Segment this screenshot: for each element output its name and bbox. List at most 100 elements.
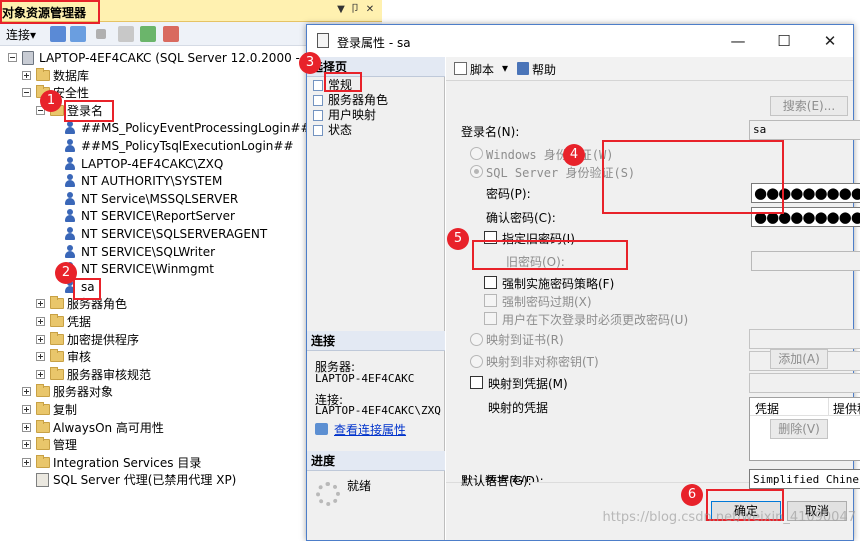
- help-button[interactable]: 帮助: [532, 61, 556, 78]
- collapse-icon[interactable]: [8, 53, 17, 62]
- dialog-title: 登录属性 - sa: [337, 36, 411, 50]
- old-password-input[interactable]: [751, 251, 860, 271]
- expand-icon[interactable]: [22, 405, 31, 414]
- tree-item-label: 审核: [67, 350, 92, 365]
- sql-auth-radio[interactable]: [470, 165, 483, 178]
- filter-icon[interactable]: [118, 26, 134, 42]
- annotation-badge-2: 2: [55, 262, 77, 284]
- default-language-value: Simplified Chinese: [753, 473, 860, 486]
- tree-item-label: SQL Server 代理(已禁用代理 XP): [53, 473, 237, 488]
- credential-select[interactable]: ▼: [749, 373, 860, 393]
- login-name-input[interactable]: sa: [749, 120, 860, 140]
- enforce-password-policy-checkbox[interactable]: [484, 276, 497, 289]
- search-button[interactable]: 搜索(E)...: [770, 96, 848, 116]
- annotation-badge-6: 6: [681, 484, 703, 506]
- column-header-credential[interactable]: 凭据: [755, 400, 779, 417]
- stop-icon[interactable]: [96, 29, 106, 39]
- folder-icon: [36, 384, 50, 398]
- tree-item-label: 复制: [53, 403, 78, 417]
- tree-item-label: 加密提供程序: [67, 332, 140, 347]
- connect-server-icon[interactable]: [50, 26, 66, 42]
- pin-icon[interactable]: 卩: [348, 3, 362, 17]
- expand-icon[interactable]: [36, 317, 45, 326]
- script-button[interactable]: 脚本: [470, 61, 494, 78]
- page-icon: [313, 125, 323, 136]
- map-credential-checkbox[interactable]: [470, 376, 483, 389]
- page-user-mapping-label: 用户映射: [328, 108, 377, 122]
- remove-credential-button[interactable]: 删除(V): [770, 419, 828, 439]
- page-status[interactable]: 状态: [313, 123, 352, 138]
- page-server-roles-label: 服务器角色: [328, 93, 389, 107]
- login-properties-dialog: 登录属性 - sa — ☐ ✕ 选择页 常规 服务器角色 用户映射 状态 连接 …: [306, 24, 860, 541]
- annotation-badge-5: 5: [447, 228, 469, 250]
- page-user-mapping[interactable]: 用户映射: [313, 108, 376, 123]
- add-credential-button[interactable]: 添加(A): [770, 349, 828, 369]
- folder-icon: [36, 402, 50, 415]
- mapped-credentials-label: 映射的凭据: [488, 401, 549, 415]
- page-icon: [313, 95, 323, 106]
- page-icon: [313, 110, 323, 121]
- tree-item-label: AlwaysOn 高可用性: [53, 420, 164, 435]
- help-icon: [517, 62, 529, 75]
- windows-auth-radio[interactable]: [470, 147, 483, 160]
- tree-item-label: NT Service\MSSQLSERVER: [81, 191, 239, 206]
- default-language-select[interactable]: Simplified Chinese▼: [749, 469, 860, 489]
- annotation-box-title: [0, 0, 100, 24]
- user-icon: [64, 156, 76, 171]
- expand-icon[interactable]: [22, 422, 31, 432]
- disconnect-icon[interactable]: [70, 26, 86, 42]
- must-change-checkbox[interactable]: [484, 312, 497, 325]
- watermark: https://blog.csdn.net/weixin_41090047: [602, 510, 856, 525]
- tree-item-label: 服务器对象: [53, 385, 114, 400]
- expand-icon[interactable]: [22, 70, 31, 80]
- tree-item-label: NT SERVICE\SQLSERVERAGENT: [81, 227, 268, 241]
- tree-item-label: NT SERVICE\ReportServer: [81, 209, 235, 224]
- expand-icon[interactable]: [22, 387, 31, 397]
- tree-item-label: NT AUTHORITY\SYSTEM: [81, 174, 223, 189]
- dropdown-arrow-icon[interactable]: ▼: [334, 3, 348, 17]
- enforce-expiration-checkbox[interactable]: [484, 294, 497, 307]
- content-toolbar: 脚本 ▾ 帮助: [446, 57, 853, 81]
- agent-icon: [36, 473, 49, 488]
- confirm-password-label: 确认密码(C):: [486, 211, 556, 225]
- chevron-down-icon[interactable]: ▾: [502, 61, 508, 75]
- connection-value: LAPTOP-4EF4CAKC\ZXQ: [315, 404, 441, 417]
- maximize-icon[interactable]: ☐: [761, 25, 807, 57]
- column-header-provider[interactable]: 提供程序: [833, 400, 860, 417]
- map-certificate-radio[interactable]: [470, 333, 483, 346]
- tree-item-label: Integration Services 目录: [53, 455, 202, 470]
- server-value: LAPTOP-4EF4CAKC: [315, 372, 415, 385]
- user-icon: [64, 244, 76, 259]
- connection-properties-icon: [315, 423, 328, 435]
- close-icon[interactable]: ✕: [807, 25, 853, 57]
- expand-icon[interactable]: [36, 299, 45, 309]
- view-connection-properties-link[interactable]: 查看连接属性: [334, 421, 406, 438]
- refresh-icon[interactable]: [140, 26, 156, 42]
- script-icon: [454, 62, 467, 75]
- expand-icon[interactable]: [22, 440, 31, 450]
- dialog-sidebar: 选择页 常规 服务器角色 用户映射 状态 连接 服务器: LAPTOP-4EF4…: [307, 57, 445, 540]
- activity-monitor-icon[interactable]: [163, 26, 179, 42]
- dialog-title-bar: 登录属性 - sa — ☐ ✕: [307, 25, 853, 57]
- folder-icon: [36, 437, 50, 451]
- minimize-icon[interactable]: —: [715, 25, 761, 57]
- certificate-select[interactable]: ▼: [749, 329, 860, 349]
- user-icon: [64, 139, 76, 153]
- password-label: 密码(P):: [486, 187, 531, 201]
- close-icon[interactable]: ✕: [363, 3, 377, 17]
- annotation-badge-1: 1: [40, 90, 62, 112]
- collapse-icon[interactable]: [22, 88, 31, 98]
- folder-icon: [50, 296, 64, 310]
- expand-icon[interactable]: [36, 369, 45, 379]
- annotation-badge-4: 4: [563, 144, 585, 166]
- page-server-roles[interactable]: 服务器角色: [313, 93, 388, 108]
- annotation-box-enforce-policy: [472, 240, 628, 270]
- annotation-box-sa: [73, 278, 101, 300]
- tree-item-label: LAPTOP-4EF4CAKC\ZXQ: [81, 156, 224, 171]
- expand-icon[interactable]: [36, 334, 45, 344]
- expand-icon[interactable]: [36, 352, 45, 362]
- expand-icon[interactable]: [22, 457, 31, 467]
- map-asymmetric-key-radio[interactable]: [470, 355, 483, 368]
- connect-button[interactable]: 连接▾: [6, 26, 36, 43]
- progress-spinner-icon: [316, 482, 340, 506]
